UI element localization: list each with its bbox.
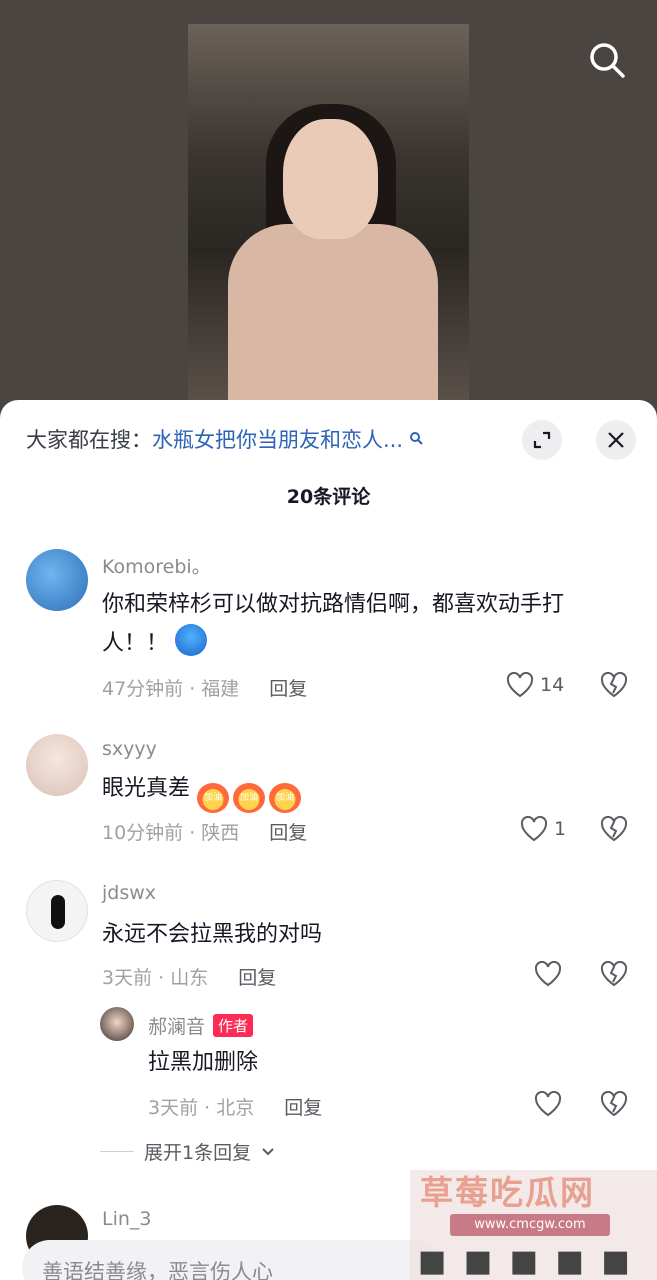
avatar-emoji-icon xyxy=(175,624,208,656)
avatar[interactable] xyxy=(26,734,88,796)
like-button[interactable]: 14 xyxy=(506,672,564,698)
comment-meta: 10分钟前 · 陕西 回复 xyxy=(102,818,307,845)
figure-head xyxy=(283,119,378,239)
broken-heart-icon xyxy=(600,960,628,987)
reply-username: 郝澜音 xyxy=(148,1016,206,1038)
hot-search-prefix: 大家都在搜： xyxy=(26,428,152,452)
dislike-button[interactable] xyxy=(600,1090,628,1121)
expand-icon[interactable] xyxy=(522,420,562,460)
watermark-url: www.cmcgw.com xyxy=(450,1214,610,1236)
cheer-emoji-icon: 加油 xyxy=(233,783,266,813)
reply-time: 3天前 · 北京 xyxy=(148,1097,255,1119)
heart-icon xyxy=(506,672,534,698)
heart-icon xyxy=(534,961,562,987)
comment-text[interactable]: 永远不会拉黑我的对吗 xyxy=(102,916,322,954)
expand-replies-label: 展开1条回复 xyxy=(144,1142,252,1164)
heart-icon xyxy=(520,816,548,842)
video-thumbnail[interactable] xyxy=(188,24,469,400)
comment-username[interactable]: jdswx xyxy=(102,882,156,904)
reply-button[interactable]: 回复 xyxy=(284,1097,322,1119)
broken-heart-icon xyxy=(600,1090,628,1117)
comment-time: 3天前 · 山东 xyxy=(102,967,209,989)
broken-heart-icon xyxy=(600,815,628,842)
comment-text-line2[interactable]: 人！！ xyxy=(102,624,208,663)
reply-button[interactable]: 回复 xyxy=(269,822,307,844)
avatar[interactable] xyxy=(26,549,88,611)
comment-time: 10分钟前 · 陕西 xyxy=(102,822,240,844)
broken-heart-icon xyxy=(600,671,628,698)
like-button[interactable] xyxy=(534,961,562,987)
watermark-title: 草莓吃瓜网 xyxy=(420,1173,595,1212)
search-small-icon xyxy=(409,426,423,450)
comment-text: 眼光真差 xyxy=(102,776,191,801)
close-icon[interactable] xyxy=(596,420,636,460)
search-icon[interactable] xyxy=(587,40,627,80)
reply-button[interactable]: 回复 xyxy=(269,678,307,700)
comment-text[interactable]: 你和荣梓杉可以做对抗路情侣啊，都喜欢动手打 xyxy=(102,586,564,624)
like-button[interactable]: 1 xyxy=(520,816,566,842)
comment-text-line2-content: 人！！ xyxy=(102,631,169,656)
watermark-dots: ■ ■ ■ ■ ■ xyxy=(418,1244,634,1279)
dislike-button[interactable] xyxy=(600,815,628,846)
figure-body xyxy=(228,224,438,400)
expand-replies-button[interactable]: 展开1条回复 xyxy=(100,1138,275,1165)
like-count: 1 xyxy=(554,818,567,840)
reply-button[interactable]: 回复 xyxy=(238,967,276,989)
avatar-figure xyxy=(51,895,65,929)
hot-search-query[interactable]: 水瓶女把你当朋友和恋人... xyxy=(152,428,403,452)
like-button[interactable] xyxy=(534,1091,562,1117)
heart-icon xyxy=(534,1091,562,1117)
dislike-button[interactable] xyxy=(600,671,628,702)
comment-username[interactable]: sxyyy xyxy=(102,738,157,760)
reply-text[interactable]: 拉黑加删除 xyxy=(148,1044,258,1082)
comment-time: 47分钟前 · 福建 xyxy=(102,678,240,700)
reply-meta: 3天前 · 北京 回复 xyxy=(148,1093,322,1120)
avatar[interactable] xyxy=(26,880,88,942)
comment-meta: 47分钟前 · 福建 回复 xyxy=(102,674,307,701)
comment-meta: 3天前 · 山东 回复 xyxy=(102,963,276,990)
comment-text-row[interactable]: 眼光真差 加油 加油 加油 xyxy=(102,770,305,813)
comment-username[interactable]: Komorebi。 xyxy=(102,552,211,579)
author-badge: 作者 xyxy=(213,1014,254,1037)
hot-search-bar[interactable]: 大家都在搜：水瓶女把你当朋友和恋人... xyxy=(26,424,423,454)
divider-line xyxy=(100,1151,134,1152)
cheer-emoji-icon: 加油 xyxy=(269,783,302,813)
reply-username-row[interactable]: 郝澜音 作者 xyxy=(148,1012,254,1039)
cheer-emoji-icon: 加油 xyxy=(197,783,230,813)
comments-count: 20条评论 xyxy=(286,486,371,508)
dislike-button[interactable] xyxy=(600,960,628,991)
author-avatar[interactable] xyxy=(100,1007,134,1041)
like-count: 14 xyxy=(540,674,565,696)
comment-username[interactable]: Lin_3 xyxy=(102,1208,152,1230)
comment-input[interactable]: 善语结善缘，恶言伤人心 xyxy=(22,1240,442,1280)
chevron-down-icon xyxy=(262,1147,274,1155)
